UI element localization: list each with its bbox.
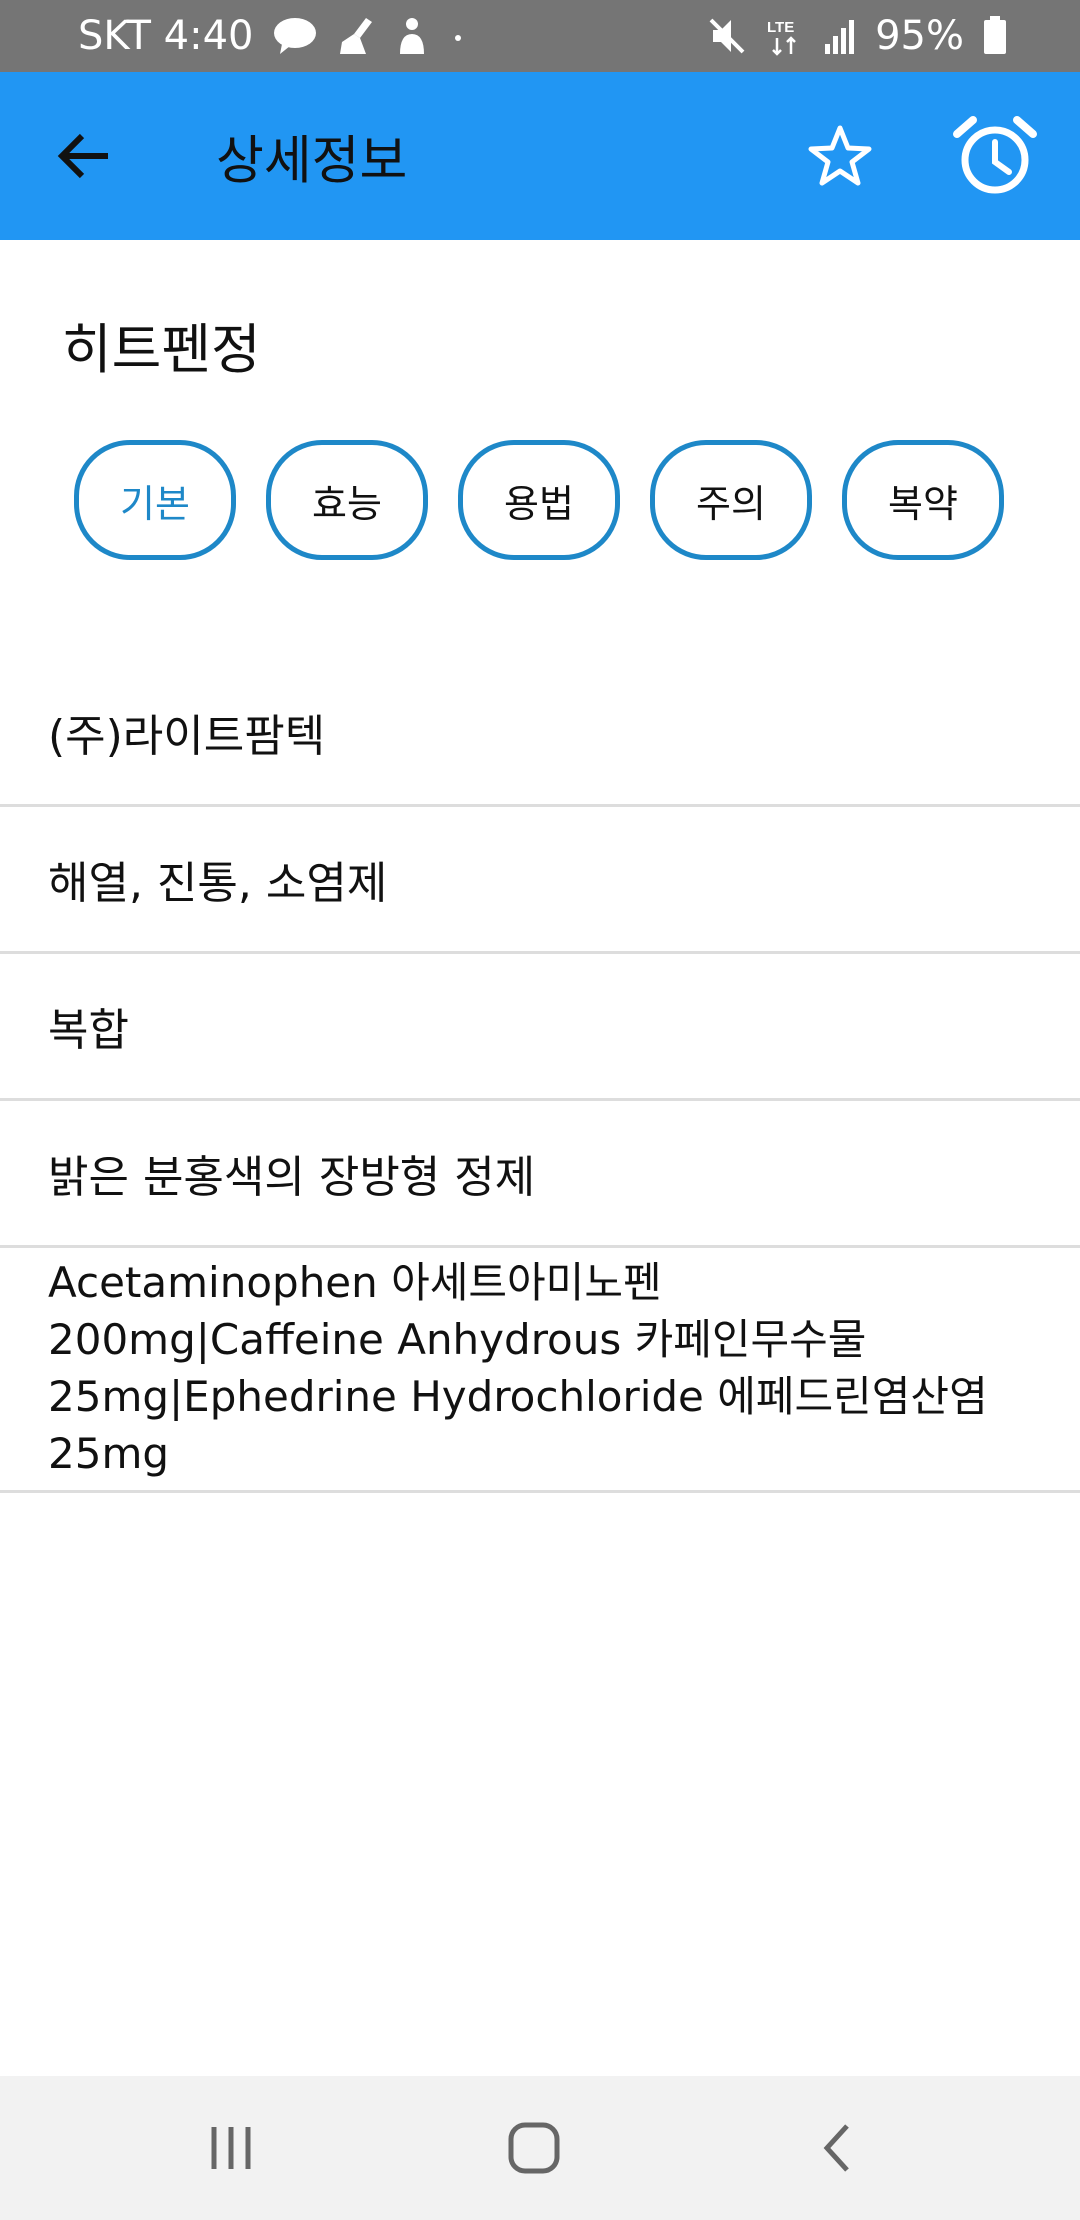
- battery-icon: [982, 16, 1008, 56]
- info-row-company: (주)라이트팜텍: [0, 660, 1080, 807]
- tab-label: 효능: [312, 481, 382, 526]
- appearance-value: 밝은 분홍색의 장방형 정제: [48, 1152, 536, 1203]
- app-bar: 상세정보: [0, 72, 1080, 240]
- system-back-button[interactable]: [792, 2103, 882, 2193]
- back-icon: [823, 2124, 849, 2172]
- star-icon: [808, 125, 872, 186]
- tab-medication[interactable]: 복약: [842, 440, 1004, 560]
- back-button[interactable]: [48, 120, 120, 192]
- carrier-time: SKT 4:40: [78, 13, 254, 59]
- broom-icon: [336, 16, 376, 56]
- tab-efficacy[interactable]: 효능: [266, 440, 428, 560]
- info-row-ingredients: Acetaminophen 아세트아미노펜 200mg|Caffeine Anh…: [0, 1248, 1080, 1493]
- ingredient-line: Acetaminophen 아세트아미노펜: [48, 1258, 662, 1307]
- mute-icon: [707, 16, 747, 56]
- signal-icon: [823, 16, 857, 56]
- drug-name: 히트펜정: [62, 318, 261, 381]
- tab-basic[interactable]: 기본: [74, 440, 236, 560]
- info-list: (주)라이트팜텍 해열, 진통, 소염제 복합 밝은 분홍색의 장방형 정제 A…: [0, 660, 1080, 1493]
- status-right: LTE 95%: [707, 13, 1008, 59]
- alarm-clock-icon: [953, 116, 1037, 194]
- ingredient-line: 25mg: [48, 1429, 170, 1478]
- favorite-button[interactable]: [800, 116, 880, 196]
- page-title: 상세정보: [216, 131, 408, 192]
- status-bar: SKT 4:40 LTE 95%: [0, 0, 1080, 72]
- talk-icon: [272, 16, 318, 56]
- lte-icon: LTE: [765, 16, 805, 56]
- status-left: SKT 4:40: [78, 13, 468, 59]
- ingredient-line: 200mg|Caffeine Anhydrous 카페인무수물: [48, 1315, 867, 1364]
- tab-bar: 기본 효능 용법 주의 복약: [74, 440, 1004, 560]
- home-button[interactable]: [489, 2103, 579, 2193]
- tab-label: 기본: [120, 481, 190, 526]
- info-row-type: 복합: [0, 954, 1080, 1101]
- company-value: (주)라이트팜텍: [48, 711, 326, 762]
- svg-text:LTE: LTE: [767, 19, 794, 36]
- alarm-button[interactable]: [950, 111, 1040, 201]
- tab-label: 용법: [504, 481, 574, 526]
- info-row-appearance: 밝은 분홍색의 장방형 정제: [0, 1101, 1080, 1248]
- tab-label: 복약: [888, 481, 958, 526]
- notification-icon: [394, 16, 430, 56]
- recent-apps-button[interactable]: [186, 2103, 276, 2193]
- system-nav-bar: [0, 2076, 1080, 2220]
- tab-label: 주의: [696, 481, 766, 526]
- home-icon: [508, 2122, 560, 2174]
- ingredient-line: 25mg|Ephedrine Hydrochloride 에페드린염산염: [48, 1372, 988, 1421]
- dot-icon: [448, 16, 468, 56]
- battery-percent: 95%: [875, 13, 964, 59]
- back-arrow-icon: [57, 133, 108, 179]
- category-value: 해열, 진통, 소염제: [48, 858, 388, 909]
- info-row-category: 해열, 진통, 소염제: [0, 807, 1080, 954]
- tab-caution[interactable]: 주의: [650, 440, 812, 560]
- tab-dosage[interactable]: 용법: [458, 440, 620, 560]
- recent-apps-icon: [211, 2127, 251, 2169]
- type-value: 복합: [48, 1005, 129, 1056]
